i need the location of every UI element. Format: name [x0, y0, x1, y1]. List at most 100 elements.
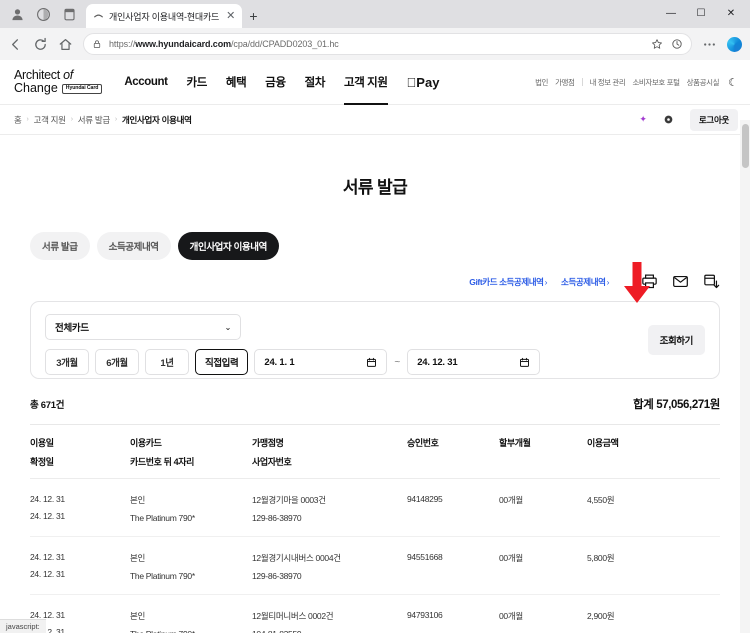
tab-income-deduction[interactable]: 소득공제내역 — [96, 232, 171, 260]
breadcrumb-separator: › — [26, 116, 29, 123]
mail-icon[interactable] — [672, 273, 689, 290]
cell-installment: 00개월 — [499, 553, 523, 563]
logo-badge: Hyundai Card — [61, 84, 103, 94]
refresh-icon[interactable] — [33, 37, 48, 52]
breadcrumb-item-documents[interactable]: 서류 발급 — [78, 114, 110, 126]
maximize-button[interactable]: ☐ — [686, 0, 716, 28]
gnb-item-account[interactable]: Account — [124, 60, 168, 105]
history-icon[interactable] — [671, 38, 683, 50]
breadcrumb: 홈 › 고객 지원 › 서류 발급 › 개인사업자 이용내역 — [14, 114, 192, 126]
cell-installment: 00개월 — [499, 611, 523, 621]
breadcrumb-bar: 홈 › 고객 지원 › 서류 발급 › 개인사업자 이용내역 ✦ 로그아웃 — [0, 105, 750, 135]
util-item-merchant[interactable]: 가맹점 — [555, 77, 575, 88]
period-button-1year[interactable]: 1년 — [145, 349, 189, 375]
download-icon[interactable] — [703, 273, 720, 290]
favorite-icon[interactable] — [651, 38, 663, 50]
gnb-item-benefit[interactable]: 혜택 — [226, 60, 247, 105]
util-item-corporate[interactable]: 법인 — [535, 77, 548, 88]
col-header-card-name: 이용카드 — [130, 438, 162, 448]
browser-tab-active[interactable]: 개인사업자 이용내역-현대카드 ✕ — [86, 4, 243, 28]
breadcrumb-item-home[interactable]: 홈 — [14, 114, 22, 126]
cell-merchant: 12월경기마을 0003건 129-86-38970 — [252, 495, 326, 523]
star-icon[interactable]: ✦ — [639, 114, 647, 125]
chrome-left-controls — [4, 0, 86, 28]
home-icon[interactable] — [58, 37, 73, 52]
calendar-icon[interactable] — [366, 357, 377, 368]
hyundaicard-logo[interactable]: Architect of Change Hyundai Card — [14, 68, 103, 95]
card-select[interactable]: 전체카드 ⌄ — [45, 314, 241, 340]
browser-chrome: 개인사업자 이용내역-현대카드 ✕ + — ☐ ✕ https://www.hy… — [0, 0, 750, 60]
close-window-button[interactable]: ✕ — [716, 0, 746, 28]
col-header-use-date: 이용일 — [30, 438, 54, 448]
omnibox-right-icons — [651, 38, 683, 50]
cell-card: 본인 The Platinum 790* — [130, 611, 195, 633]
more-icon[interactable] — [702, 37, 717, 52]
util-item-consumer-portal[interactable]: 소비자보호 포털 — [632, 77, 680, 88]
dark-mode-icon[interactable]: ☾ — [728, 76, 738, 89]
date-from-value: 24. 1. 1 — [264, 356, 295, 368]
util-item-my-info[interactable]: 내 정보 관리 — [590, 77, 626, 88]
date-to-value: 24. 12. 31 — [417, 356, 458, 368]
edge-logo-icon[interactable] — [727, 36, 742, 52]
calendar-icon[interactable] — [519, 357, 530, 368]
cell-card: 본인 The Platinum 790* — [130, 553, 195, 581]
link-giftcard-income-deduction[interactable]: Gift카드 소득공제내역› — [469, 276, 547, 288]
logout-button[interactable]: 로그아웃 — [689, 108, 738, 131]
gnb-item-card[interactable]: 카드 — [187, 60, 208, 105]
period-button-custom[interactable]: 직접입력 — [195, 349, 249, 375]
scrollbar-thumb[interactable] — [741, 124, 749, 168]
gear-icon[interactable] — [663, 114, 674, 125]
profile-icon[interactable] — [10, 7, 25, 22]
gnb-item-customer-support[interactable]: 고객 지원 — [344, 60, 388, 105]
back-icon[interactable] — [8, 37, 23, 52]
table-row[interactable]: 24. 12. 31 24. 12. 31 본인 The Platinum 79… — [30, 595, 720, 633]
gnb-item-process[interactable]: 절차 — [305, 60, 326, 105]
col-header-merchant-name: 가맹점명 — [252, 438, 284, 448]
search-button[interactable]: 조회하기 — [647, 325, 705, 355]
date-from-input[interactable]: 24. 1. 1 — [254, 349, 388, 375]
tab-close-icon[interactable]: ✕ — [224, 10, 237, 22]
cell-merchant: 12월경기시내버스 0004건 129-86-38970 — [252, 553, 341, 581]
period-button-6months[interactable]: 6개월 — [95, 349, 139, 375]
date-to-input[interactable]: 24. 12. 31 — [407, 349, 541, 375]
period-button-3months[interactable]: 3개월 — [45, 349, 89, 375]
tab-document-issue[interactable]: 서류 발급 — [30, 232, 90, 260]
total-count: 총 671건 — [30, 400, 65, 411]
table-row[interactable]: 24. 12. 31 24. 12. 31 본인 The Platinum 79… — [30, 537, 720, 595]
breadcrumb-item-support[interactable]: 고객 지원 — [34, 114, 66, 126]
breadcrumb-separator: › — [70, 116, 73, 123]
total-amount: 합계 57,056,271원 — [633, 399, 720, 411]
cell-dates: 24. 12. 31 24. 12. 31 — [30, 552, 65, 579]
filter-panel: 전체카드 ⌄ 3개월 6개월 1년 직접입력 24. 1. 1 ~ 24. 12… — [30, 301, 720, 379]
section-tabs: 서류 발급 소득공제내역 개인사업자 이용내역 — [0, 232, 750, 260]
browser-status-bar: javascript: — [0, 619, 46, 633]
site-favicon — [93, 14, 104, 18]
util-item-product-disclosure[interactable]: 상품공시실 — [687, 77, 720, 88]
site-header: Architect of Change Hyundai Card Account… — [0, 60, 750, 105]
cell-amount: 2,900원 — [587, 611, 615, 621]
address-bar[interactable]: https://www.hyundaicard.com/cpa/dd/CPADD… — [83, 33, 692, 55]
table-row[interactable]: 24. 12. 31 24. 12. 31 본인 The Platinum 79… — [30, 479, 720, 537]
tab-title: 개인사업자 이용내역-현대카드 — [109, 11, 220, 22]
link-income-deduction[interactable]: 소득공제내역› — [561, 276, 609, 288]
annotation-arrow-icon — [624, 262, 650, 303]
new-tab-button[interactable]: + — [242, 4, 264, 28]
breadcrumb-actions: ✦ 로그아웃 — [639, 108, 738, 131]
apple-pay-item[interactable]: Pay — [407, 75, 440, 90]
usage-table: 이용일 확정일 이용카드 카드번호 뒤 4자리 가맹점명 사업자번호 승인번호 … — [30, 424, 720, 633]
lock-icon — [93, 40, 101, 48]
col-header-biz-no: 사업자번호 — [252, 457, 292, 467]
cell-dates: 24. 12. 31 24. 12. 31 — [30, 494, 65, 521]
date-range-separator: ~ — [394, 356, 401, 368]
page-title: 서류 발급 — [342, 178, 408, 197]
page-scrollbar[interactable] — [740, 120, 750, 633]
col-header-card: 이용카드 카드번호 뒤 4자리 — [130, 436, 252, 468]
cell-amount: 5,800원 — [587, 553, 615, 563]
minimize-button[interactable]: — — [656, 0, 686, 28]
card-select-value: 전체카드 — [55, 323, 89, 334]
gnb-item-finance[interactable]: 금융 — [265, 60, 286, 105]
col-header-card-last4: 카드번호 뒤 4자리 — [130, 457, 194, 467]
tab-sole-proprietor-usage[interactable]: 개인사업자 이용내역 — [177, 232, 279, 260]
collections-icon[interactable] — [62, 7, 77, 22]
split-screen-icon[interactable] — [36, 7, 51, 22]
